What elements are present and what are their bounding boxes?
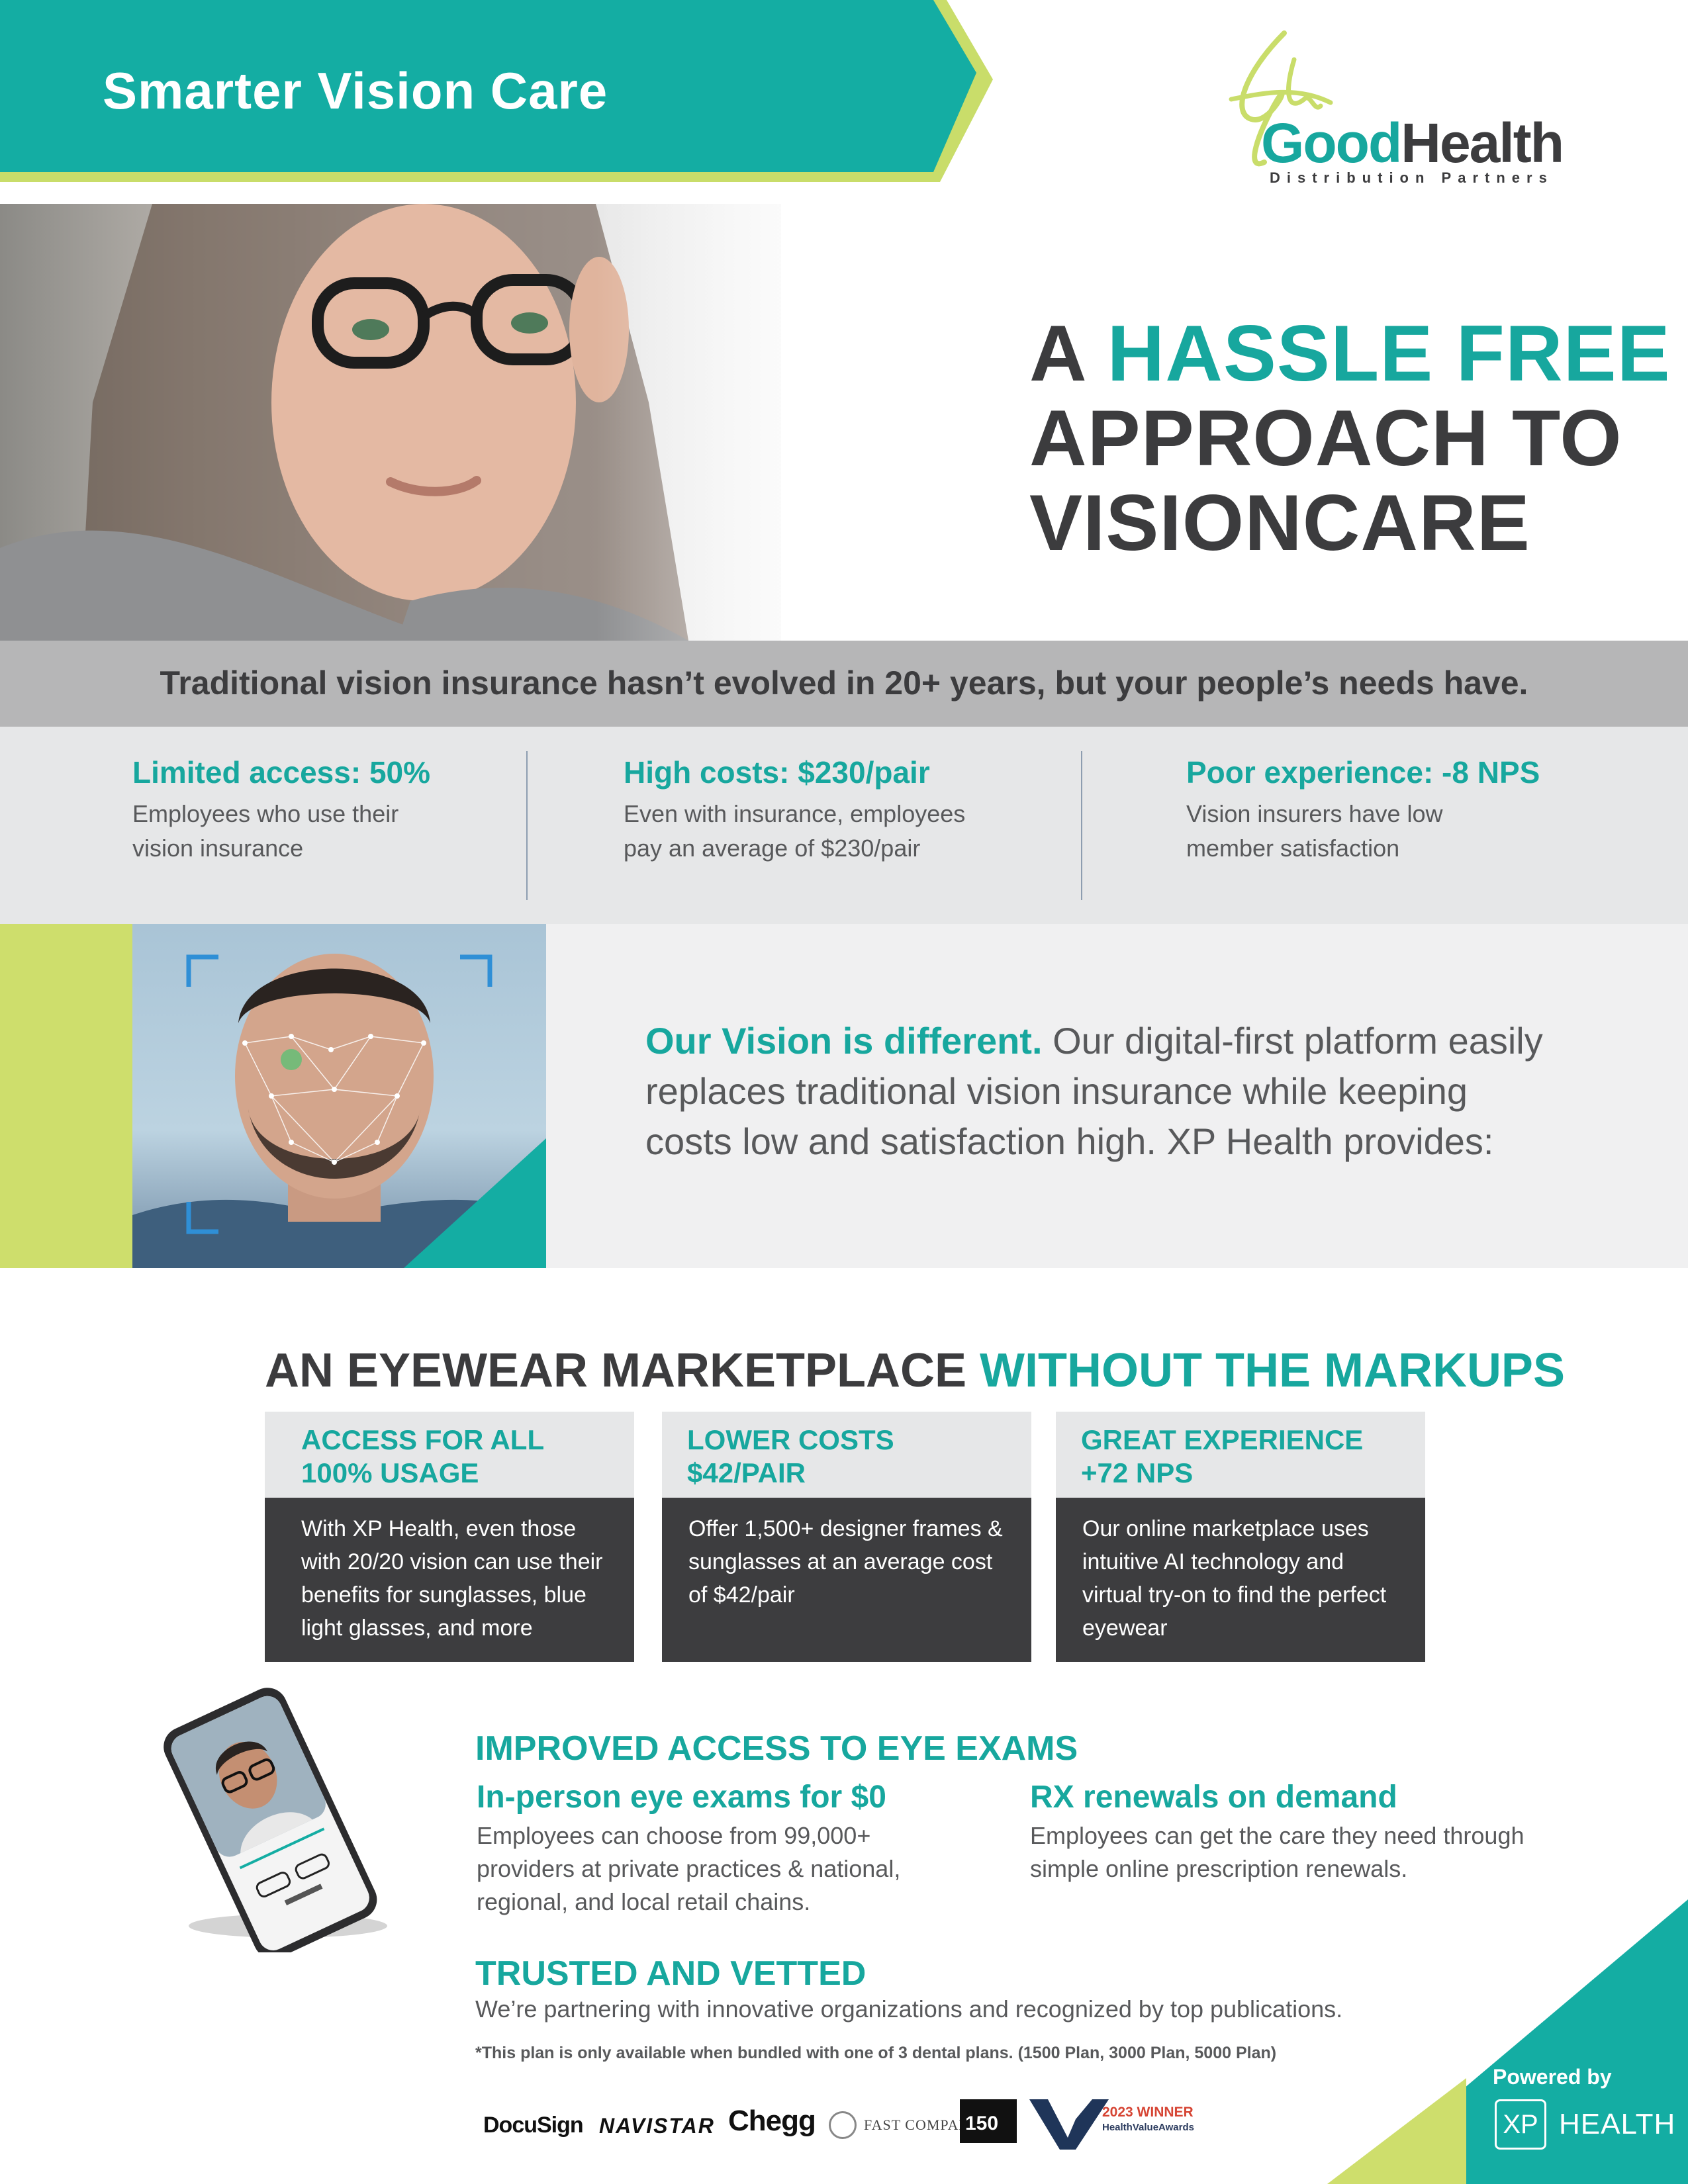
- exam-title: RX renewals on demand: [1030, 1780, 1397, 1815]
- award-name: HealthValueAwards: [1102, 2122, 1194, 2133]
- exam-body: Employees can get the care they need thr…: [1030, 1822, 1524, 1882]
- hero-line1-a: A: [1029, 309, 1107, 398]
- navistar-logo: NAVISTAR: [599, 2114, 715, 2138]
- trusted-text: We’re partnering with innovative organiz…: [475, 1995, 1343, 2023]
- stat-body: Vision insurers have low: [1186, 800, 1443, 827]
- exam-body: Employees can choose from 99,000+ provid…: [477, 1822, 901, 1915]
- chegg-logo: Chegg: [728, 2105, 816, 2137]
- card-head-line1: GREAT EXPERIENCE: [1081, 1424, 1364, 1455]
- card-body: Offer 1,500+ designer frames & sunglasse…: [662, 1498, 1031, 1662]
- gray-band-text: Traditional vision insurance hasn’t evol…: [160, 664, 1528, 702]
- stat-body: Even with insurance, employees: [624, 800, 966, 827]
- logo-health: Health: [1401, 112, 1564, 174]
- hero-heading: A HASSLE FREE APPROACH TO VISIONCARE: [1029, 311, 1671, 565]
- stat-body: pay an average of $230/pair: [624, 835, 921, 862]
- docusign-logo: DocuSign: [483, 2113, 584, 2138]
- stat-body: Employees who use their: [132, 800, 399, 827]
- card-head-line2: +72 NPS: [1081, 1457, 1194, 1488]
- card-head-line1: LOWER COSTS: [687, 1424, 894, 1455]
- hero-line3: VISIONCARE: [1029, 478, 1530, 567]
- logo-good: Good: [1261, 112, 1402, 174]
- exam-in-person: In-person eye exams for $0 Employees can…: [477, 1779, 993, 1919]
- stat-limited-access: Limited access: 50% Employees who use th…: [132, 754, 556, 866]
- xp-health-wordmark: HEALTH: [1559, 2108, 1676, 2140]
- marketplace-heading-a: AN EYEWEAR MARKETPLACE: [265, 1344, 980, 1397]
- card-head-line1: ACCESS FOR ALL: [301, 1424, 545, 1455]
- banner-title: Smarter Vision Care: [103, 62, 608, 120]
- card-body: With XP Health, even those with 20/20 vi…: [265, 1498, 634, 1662]
- badge-number: 150: [965, 2113, 999, 2134]
- marketplace-heading: AN EYEWEAR MARKETPLACE WITHOUT THE MARKU…: [265, 1343, 1565, 1398]
- card-header: ACCESS FOR ALL 100% USAGE: [265, 1412, 634, 1498]
- hero-line1-b: HASSLE FREE: [1107, 309, 1671, 398]
- vision-text: Our Vision is different. Our digital-fir…: [645, 1016, 1559, 1167]
- exam-rx-renewals: RX renewals on demand Employees can get …: [1030, 1779, 1546, 1886]
- phone-app-image: [164, 1688, 387, 1952]
- digital-health-150-badge: 150: [960, 2099, 1017, 2143]
- exam-title: In-person eye exams for $0: [477, 1780, 886, 1815]
- stat-body: vision insurance: [132, 835, 304, 862]
- card-access: ACCESS FOR ALL 100% USAGE With XP Health…: [265, 1412, 634, 1662]
- vision-lead: Our Vision is different.: [645, 1020, 1043, 1062]
- logo-subtitle: Distribution Partners: [1270, 169, 1554, 186]
- vision-accent: [0, 924, 132, 1268]
- hero-line2: APPROACH TO: [1029, 394, 1622, 482]
- stat-high-costs: High costs: $230/pair Even with insuranc…: [624, 754, 1047, 866]
- card-head-line2: 100% USAGE: [301, 1457, 479, 1488]
- validation-institute-logo-icon: [1029, 2099, 1109, 2150]
- xp-logo-box: XP: [1495, 2099, 1546, 2150]
- disclaimer-text: *This plan is only available when bundle…: [475, 2044, 1277, 2062]
- trusted-heading: TRUSTED AND VETTED: [475, 1954, 867, 1993]
- stat-divider: [1081, 751, 1082, 900]
- award-year: 2023 WINNER: [1102, 2105, 1194, 2120]
- corner-accent-lime: [1327, 2078, 1466, 2184]
- exams-heading: IMPROVED ACCESS TO EYE EXAMS: [475, 1729, 1078, 1768]
- card-experience: GREAT EXPERIENCE +72 NPS Our online mark…: [1056, 1412, 1425, 1662]
- stat-divider: [526, 751, 528, 900]
- stat-body: member satisfaction: [1186, 835, 1400, 862]
- stat-title: High costs: $230/pair: [624, 755, 930, 790]
- marketplace-heading-b: WITHOUT THE MARKUPS: [980, 1344, 1565, 1397]
- card-header: GREAT EXPERIENCE +72 NPS: [1056, 1412, 1425, 1498]
- card-head-line2: $42/PAIR: [687, 1457, 806, 1488]
- stat-title: Limited access: 50%: [132, 755, 431, 790]
- stat-title: Poor experience: -8 NPS: [1186, 755, 1540, 790]
- card-header: LOWER COSTS $42/PAIR: [662, 1412, 1031, 1498]
- card-costs: LOWER COSTS $42/PAIR Offer 1,500+ design…: [662, 1412, 1031, 1662]
- card-body: Our online marketplace uses intuitive AI…: [1056, 1498, 1425, 1662]
- stat-poor-experience: Poor experience: -8 NPS Vision insurers …: [1186, 754, 1610, 866]
- seal-icon: [829, 2111, 857, 2139]
- powered-by-label: Powered by: [1493, 2065, 1612, 2089]
- logo-wordmark: GoodHealth: [1261, 111, 1564, 175]
